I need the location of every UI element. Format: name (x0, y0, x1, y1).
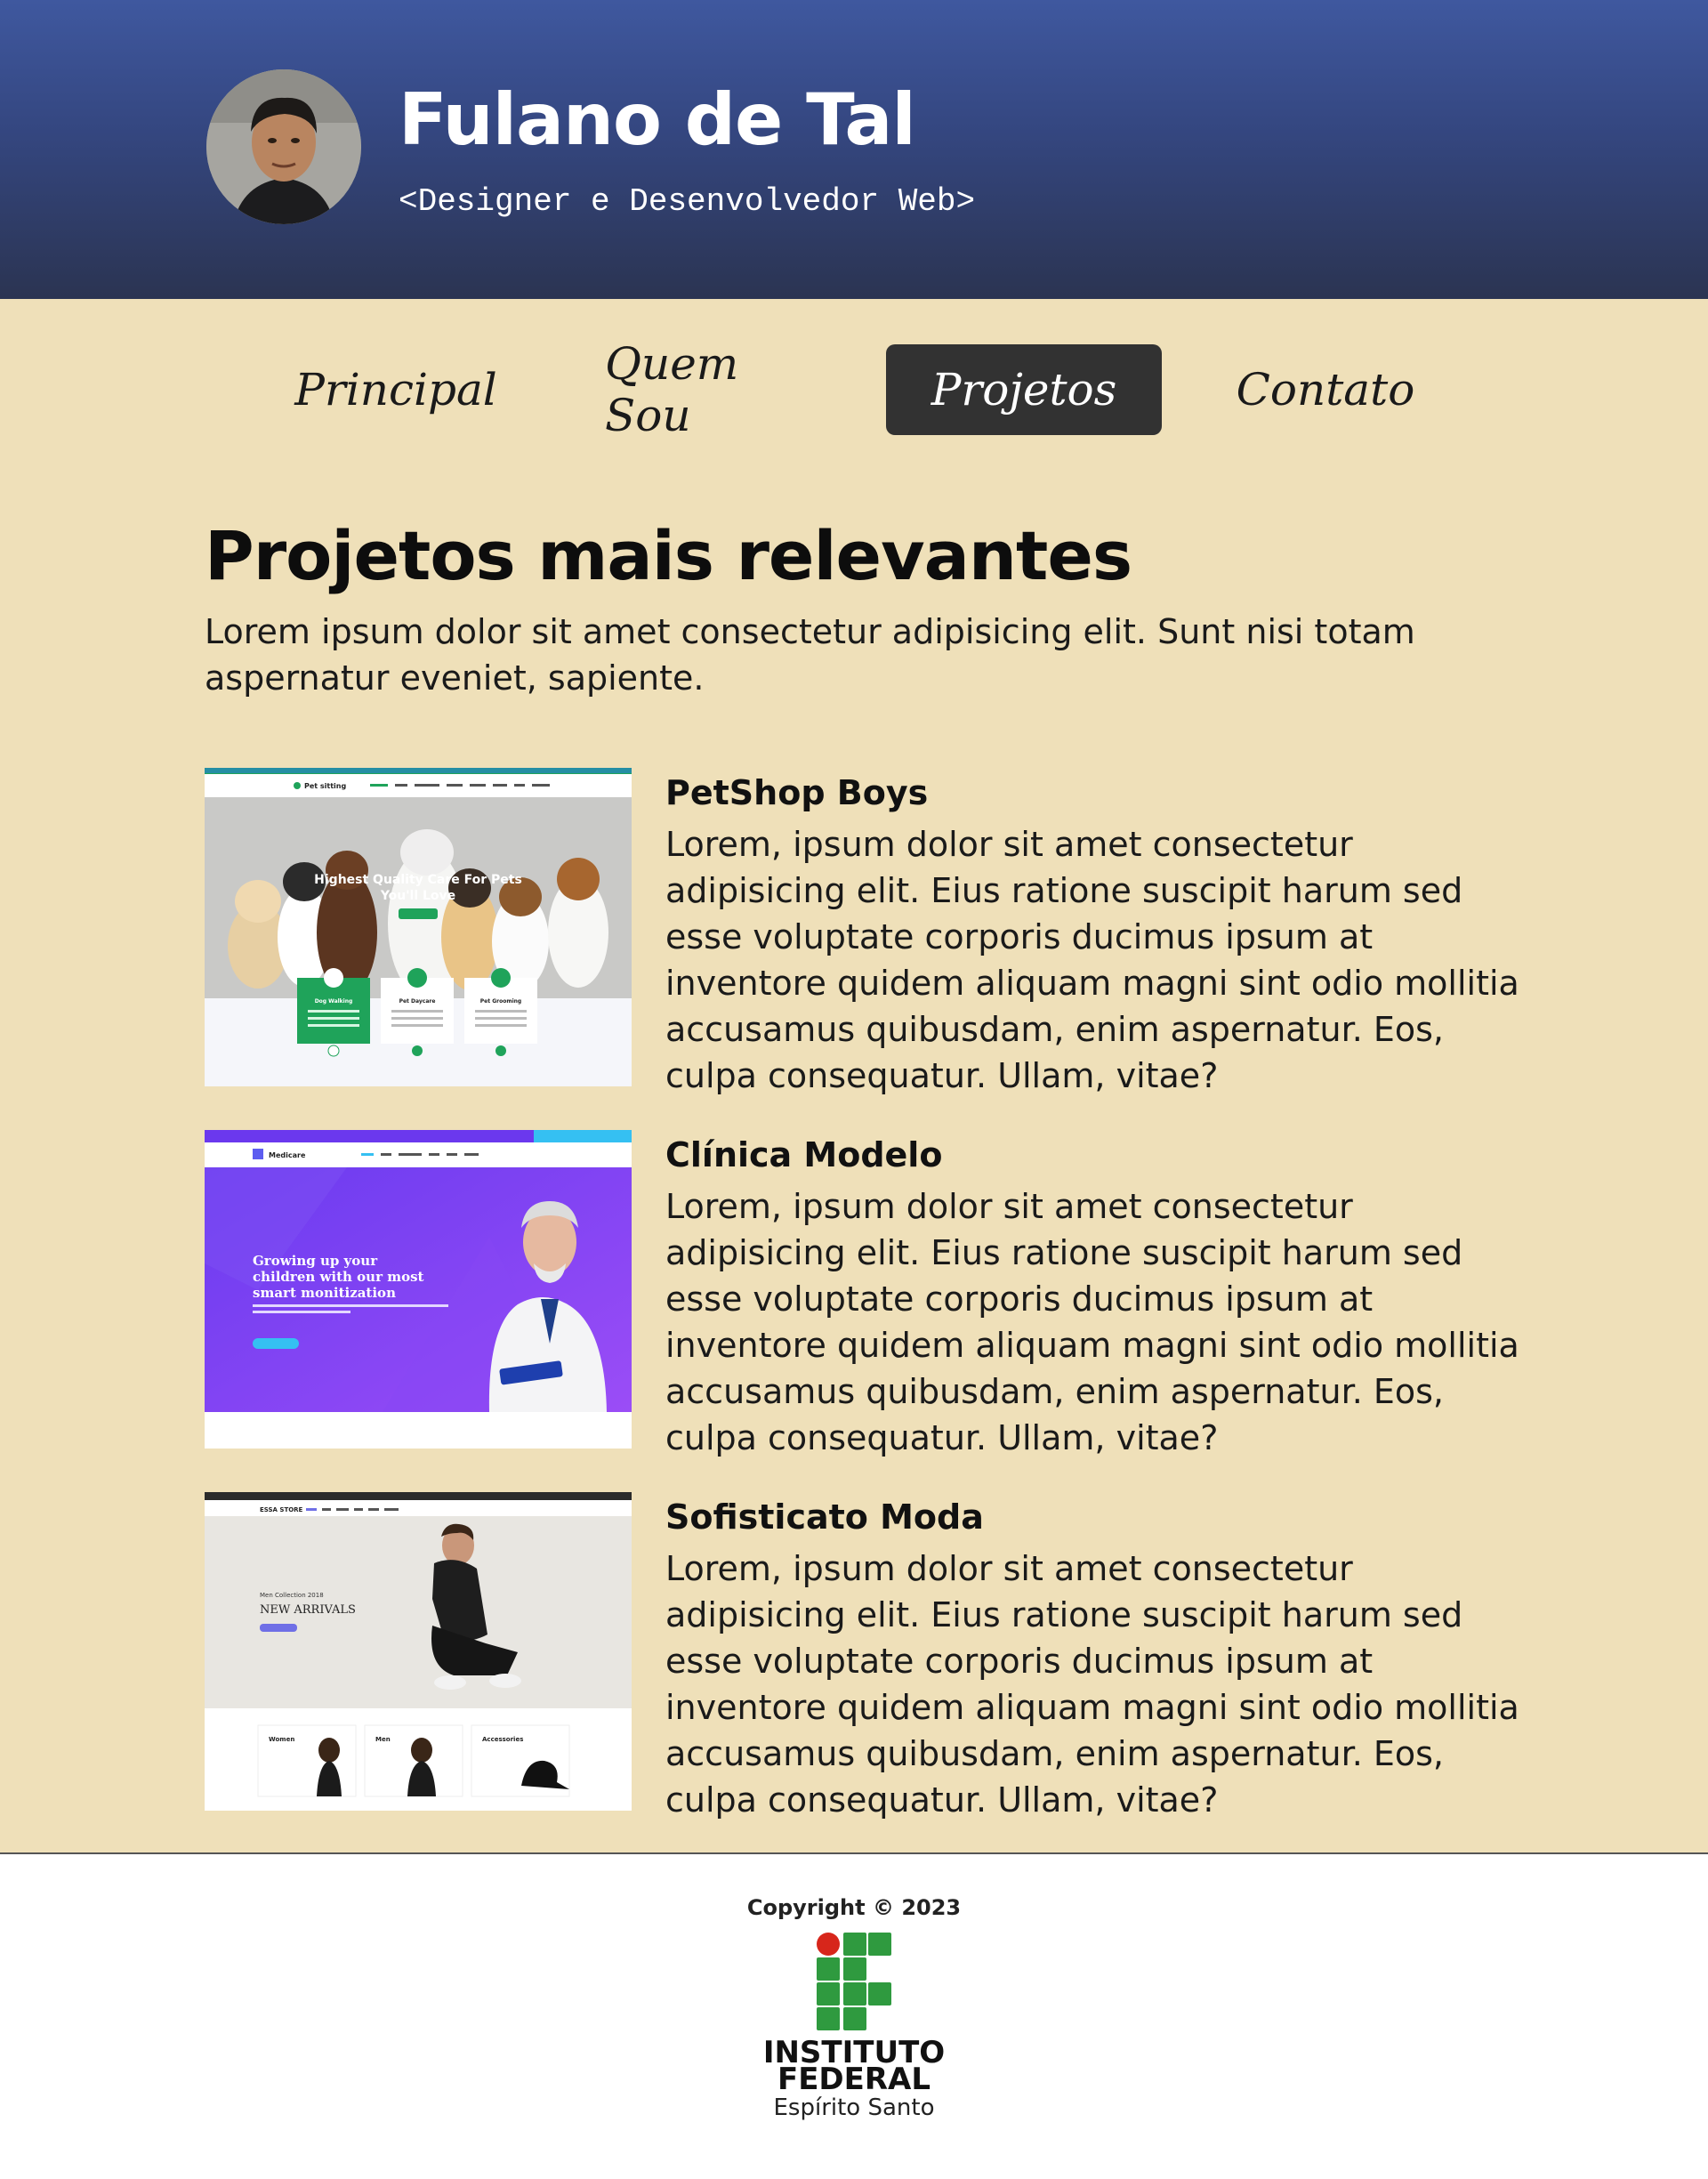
project-description: Lorem, ipsum dolor sit amet consectetur … (665, 825, 1519, 1095)
site-owner-role: <Designer e Desenvolvedor Web> (399, 183, 976, 220)
project-item: Pet sitting Highest Quality Care For Pet… (205, 768, 1519, 1095)
main-content: Principal Quem Sou Projetos Contato Proj… (0, 299, 1708, 1854)
project-title[interactable]: Sofisticato Moda (665, 1497, 984, 1537)
site-footer: Copyright © 2023 INSTITUTO FEDERAL Espír… (0, 1854, 1708, 2179)
thumb-brand: Medicare (269, 1151, 306, 1159)
project-title[interactable]: PetShop Boys (665, 773, 928, 812)
thumb-headline: Growing up your (253, 1253, 378, 1269)
thumb-card: Dog Walking (315, 998, 353, 1005)
project-thumbnail[interactable]: Medicare Growing up your children with o… (205, 1130, 632, 1449)
institution-logo-icon (817, 1933, 891, 2036)
nav-item-projetos[interactable]: Projetos (886, 344, 1162, 435)
project-thumbnail[interactable]: ESSA STORE Men Collection 2018 NEW ARRIV… (205, 1492, 632, 1811)
thumb-category: Women (269, 1736, 294, 1743)
copyright-text: Copyright © 2023 (746, 1895, 962, 1920)
thumb-headline: smart monitization (253, 1285, 396, 1301)
thumb-category: Accessories (482, 1736, 523, 1743)
thumb-kicker: Men Collection 2018 (260, 1592, 324, 1599)
institution-campus: Espírito Santo (773, 2094, 935, 2121)
project-description: Lorem, ipsum dolor sit amet consectetur … (665, 1549, 1519, 1820)
page-intro: Lorem ipsum dolor sit amet consectetur a… (205, 612, 1415, 698)
profile-avatar (206, 69, 361, 224)
institution-name-line2: FEDERAL (777, 2062, 931, 2097)
thumb-headline: Highest Quality Care For Pets (314, 873, 522, 887)
thumb-headline: children with our most (253, 1269, 424, 1285)
site-owner-name: Fulano de Tal (399, 78, 916, 161)
project-title[interactable]: Clínica Modelo (665, 1135, 942, 1174)
page-title: Projetos mais relevantes (205, 516, 1132, 595)
thumb-headline: NEW ARRIVALS (260, 1603, 356, 1617)
project-description: Lorem, ipsum dolor sit amet consectetur … (665, 1187, 1519, 1457)
site-header: Fulano de Tal <Designer e Desenvolvedor … (0, 0, 1708, 299)
project-item: Medicare Growing up your children with o… (205, 1130, 1519, 1457)
main-nav: Principal Quem Sou Projetos Contato (0, 338, 1708, 441)
project-item: ESSA STORE Men Collection 2018 NEW ARRIV… (205, 1492, 1519, 1820)
thumb-brand: ESSA STORE (260, 1506, 303, 1513)
thumb-headline: You'll Love (380, 889, 455, 903)
nav-item-quem-sou[interactable]: Quem Sou (605, 338, 827, 441)
thumb-card: Pet Grooming (480, 998, 521, 1005)
thumb-card: Pet Daycare (399, 998, 436, 1005)
nav-item-contato[interactable]: Contato (1228, 344, 1423, 435)
project-thumbnail[interactable]: Pet sitting Highest Quality Care For Pet… (205, 768, 632, 1086)
thumb-category: Men (375, 1736, 391, 1743)
nav-item-principal[interactable]: Principal (294, 344, 498, 435)
thumb-brand: Pet sitting (304, 782, 346, 790)
